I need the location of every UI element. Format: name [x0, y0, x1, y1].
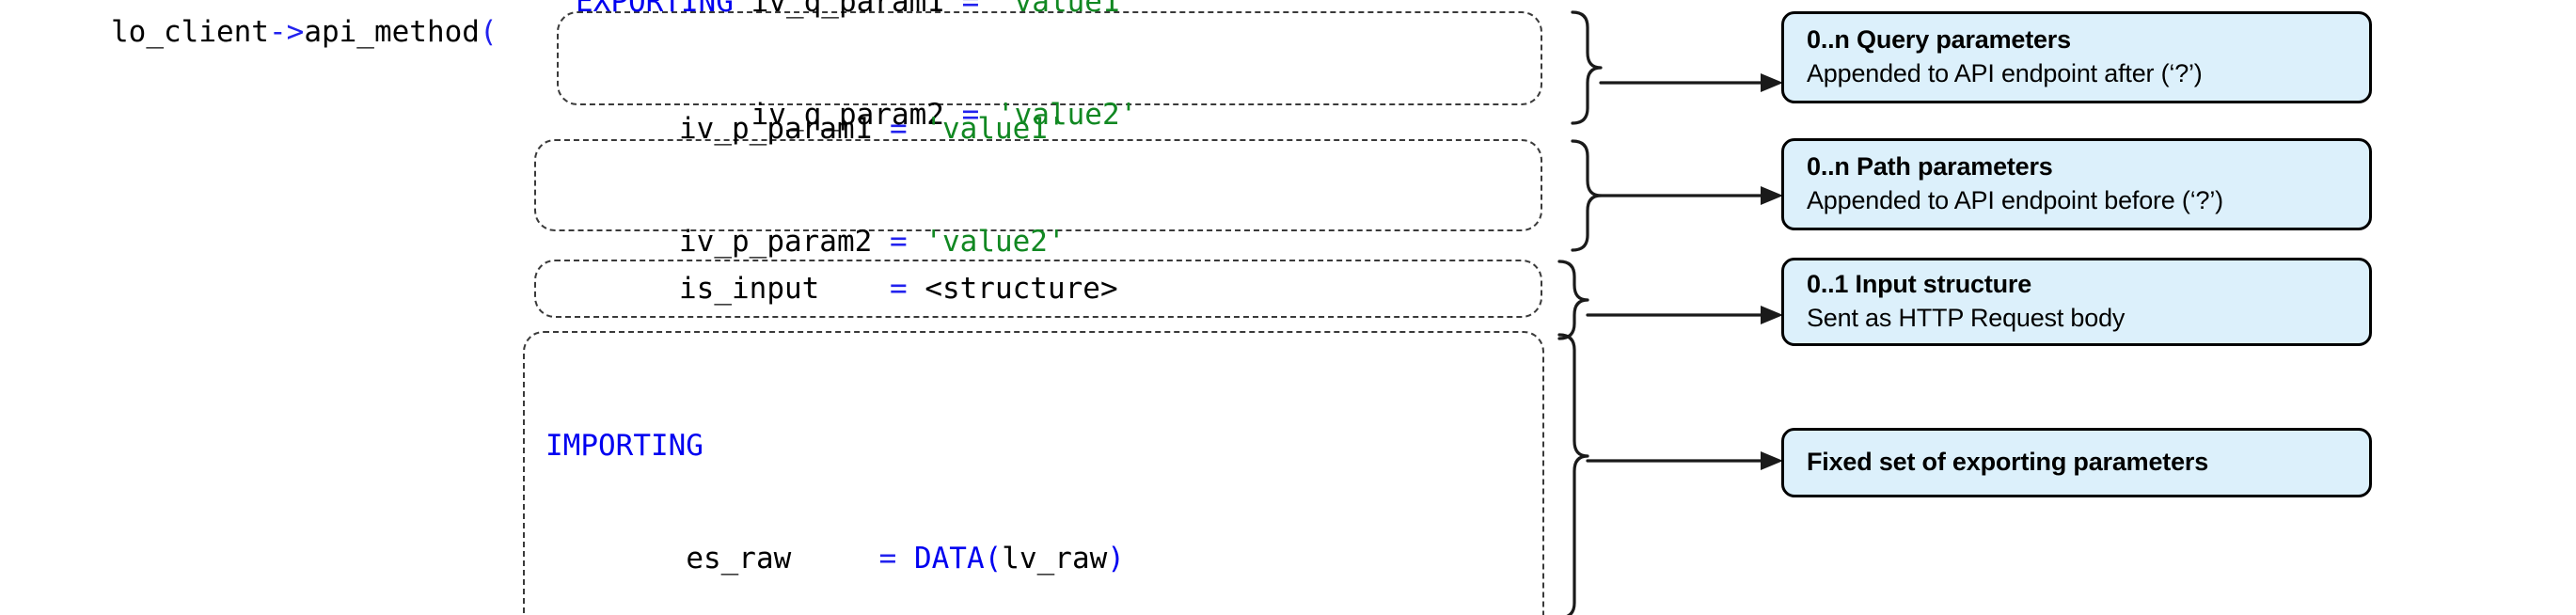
callout-title: Fixed set of exporting parameters — [1807, 448, 2209, 476]
diagram-canvas: lo_client -> api_method( EXPORTING iv_q_pa… — [0, 0, 2576, 615]
param-value: 'value1' — [925, 112, 1066, 146]
call-receiver: lo_client — [111, 15, 269, 49]
callout-path-parameters: 0..n Path parameters Appended to API end… — [1781, 138, 2372, 230]
param-value: 'value1' — [996, 0, 1138, 19]
data-close: ) — [1107, 542, 1125, 576]
callout-subtitle: Appended to API endpoint after (‘?’) — [1807, 59, 2203, 87]
param-name: iv_p_param1 — [679, 112, 873, 146]
code-block-importing-parameters: IMPORTING es_raw = DATA(lv_raw) es_outpu… — [523, 331, 1544, 615]
call-arrow-operator: -> — [268, 15, 305, 49]
callout-subtitle: Sent as HTTP Request body — [1807, 304, 2126, 332]
callout-subtitle: Appended to API endpoint before (‘?’) — [1807, 186, 2223, 214]
method-call-statement: lo_client -> api_method( — [111, 11, 498, 53]
arrow-importing-head — [1761, 451, 1783, 470]
brace-path — [1571, 139, 1603, 252]
arrow-query-head — [1761, 73, 1783, 92]
callout-title: 0..1 Input structure — [1807, 270, 2032, 298]
code-lines: IMPORTING es_raw = DATA(lv_raw) es_outpu… — [545, 352, 1283, 615]
code-line: iv_p_param1 = 'value1' — [679, 110, 1066, 148]
arrow-path-head — [1761, 186, 1783, 205]
call-open-paren: ( — [479, 15, 498, 49]
callout-title: 0..n Query parameters — [1807, 25, 2071, 54]
keyword-exporting: EXPORTING — [576, 0, 734, 19]
param-value: <structure> — [925, 272, 1118, 306]
code-line: is_input = <structure> — [679, 270, 1118, 308]
keyword-importing: IMPORTING — [545, 429, 703, 463]
brace-importing — [1557, 333, 1589, 615]
callout-input-structure: 0..1 Input structure Sent as HTTP Reques… — [1781, 258, 2372, 346]
equals-operator: = — [889, 272, 908, 306]
param-name: iv_q_param1 — [751, 0, 944, 19]
callout-query-parameters: 0..n Query parameters Appended to API en… — [1781, 11, 2372, 103]
brace-input — [1557, 260, 1589, 340]
equals-operator: = — [961, 0, 980, 19]
equals-operator: = — [878, 542, 897, 576]
call-method-name: api_method — [304, 15, 480, 49]
code-line: IMPORTING — [545, 427, 1283, 465]
code-block-input-structure: is_input = <structure> — [534, 260, 1542, 318]
arrow-input-head — [1761, 306, 1783, 324]
code-line: EXPORTING iv_q_param1 = 'value1' — [576, 0, 1137, 21]
param-name: es_raw — [686, 542, 792, 576]
code-line: es_raw = DATA(lv_raw) — [545, 540, 1283, 577]
equals-operator: = — [889, 112, 908, 146]
callout-fixed-exporting-parameters: Fixed set of exporting parameters — [1781, 428, 2372, 497]
data-open: DATA( — [913, 542, 1003, 576]
callout-title: 0..n Path parameters — [1807, 152, 2053, 181]
param-name: is_input — [679, 272, 820, 306]
brace-query — [1571, 10, 1603, 125]
data-variable: lv_raw — [1002, 542, 1108, 576]
